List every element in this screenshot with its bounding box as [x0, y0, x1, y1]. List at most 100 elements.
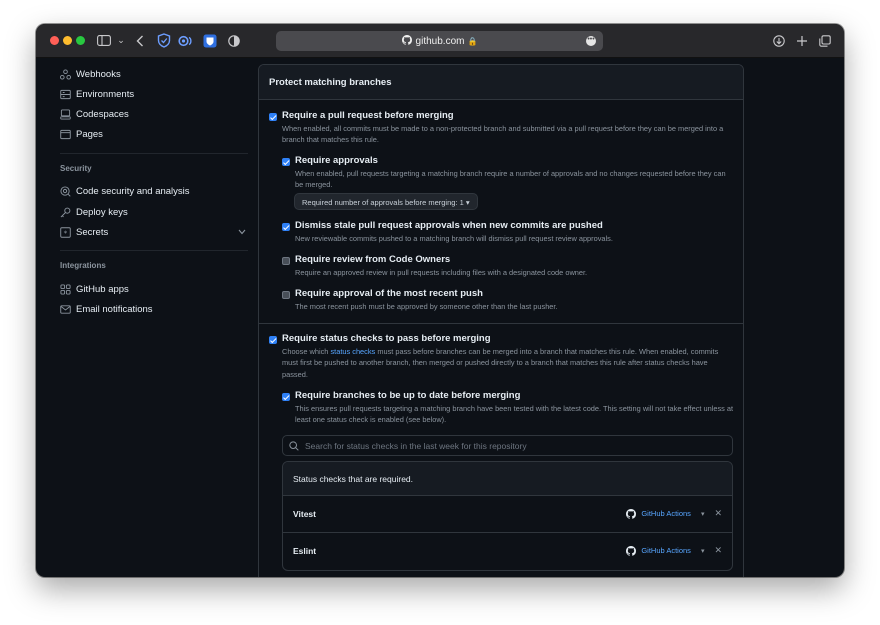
description-text: Choose which: [282, 347, 331, 356]
pages-icon: [60, 129, 76, 140]
table-row: Eslint GitHub Actions ▾ ✕: [283, 533, 732, 570]
code-owners-checkbox[interactable]: [282, 257, 290, 265]
search-placeholder: Search for status checks in the last wee…: [305, 440, 527, 451]
required-checks-heading: Status checks that are required.: [283, 462, 732, 496]
section-divider: [259, 323, 743, 324]
caret-down-icon[interactable]: ▾: [701, 547, 705, 555]
remove-check-icon[interactable]: ✕: [714, 545, 722, 556]
sidebar-item-label: Secrets: [76, 226, 109, 238]
required-checks-list: Status checks that are required. Vitest …: [282, 461, 733, 571]
sidebar-item-environments[interactable]: Environments: [60, 84, 248, 104]
option-description: When enabled, all commits must be made t…: [282, 124, 724, 145]
close-window-button[interactable]: [50, 36, 59, 45]
up-to-date-checkbox[interactable]: [282, 393, 290, 401]
require-approvals-checkbox[interactable]: [282, 158, 290, 166]
lock-icon: 🔒: [467, 36, 478, 46]
sidebar-item-label: Email notifications: [76, 304, 153, 316]
sidebar-item-label: Deploy keys: [76, 206, 128, 218]
dismiss-stale-checkbox[interactable]: [282, 223, 290, 231]
option-description: Require an approved review in pull reque…: [295, 268, 588, 277]
sidebar-item-label: Code security and analysis: [76, 186, 190, 198]
sidebar-item-label: Codespaces: [76, 109, 129, 121]
option-description: When enabled, pull requests targeting a …: [295, 169, 726, 190]
zoom-window-button[interactable]: [76, 36, 85, 45]
key-icon: [60, 207, 76, 218]
apps-icon: [60, 284, 76, 295]
tab-overview-icon[interactable]: [818, 32, 832, 49]
provider-link[interactable]: GitHub Actions: [641, 509, 691, 518]
sidebar-heading-integrations: Integrations: [60, 261, 106, 271]
table-row: Vitest GitHub Actions ▾ ✕: [283, 496, 732, 533]
settings-sidebar: Webhooks Environments Codespaces Pages S…: [60, 64, 248, 320]
chevron-down-icon[interactable]: [238, 228, 246, 237]
option-title: Require review from Code Owners: [295, 254, 451, 265]
page-menu-icon[interactable]: •••: [586, 36, 596, 46]
search-icon: [289, 440, 299, 451]
remove-check-icon[interactable]: ✕: [714, 508, 722, 519]
sidebar-toggle-icon[interactable]: [96, 32, 112, 49]
option-title: Require a pull request before merging: [282, 110, 454, 121]
address-bar[interactable]: github.com 🔒 •••: [276, 31, 603, 51]
status-checks-link[interactable]: status checks: [330, 347, 375, 356]
sidebar-item-label: GitHub apps: [76, 283, 129, 295]
option-title: Dismiss stale pull request approvals whe…: [295, 220, 603, 231]
branch-protection-panel: Protect matching branches Require a pull…: [258, 64, 744, 577]
recent-push-checkbox[interactable]: [282, 291, 290, 299]
status-check-search-input[interactable]: Search for status checks in the last wee…: [282, 435, 733, 456]
contrast-extension-icon[interactable]: [226, 32, 242, 49]
sidebar-item-webhooks[interactable]: Webhooks: [60, 64, 248, 84]
option-title: Require branches to be up to date before…: [295, 390, 521, 401]
sidebar-item-github-apps[interactable]: GitHub apps: [60, 279, 248, 299]
sidebar-item-label: Pages: [76, 129, 103, 141]
status-checks-option: Require status checks to pass before mer…: [282, 333, 734, 380]
sidebar-item-secrets[interactable]: * Secrets: [60, 222, 248, 242]
environments-icon: [60, 89, 76, 100]
check-provider: GitHub Actions ▾ ✕: [626, 545, 722, 556]
sidebar-divider: [60, 250, 248, 252]
require-pr-option: Require a pull request before merging Wh…: [282, 110, 734, 146]
back-icon[interactable]: [134, 32, 146, 49]
new-tab-icon[interactable]: [795, 32, 809, 49]
check-name: Vitest: [293, 509, 316, 519]
address-url: github.com: [415, 35, 465, 47]
option-title: Require approvals: [295, 155, 378, 166]
minimize-window-button[interactable]: [63, 36, 72, 45]
recent-push-option: Require approval of the most recent push…: [295, 288, 735, 312]
sidebar-item-pages[interactable]: Pages: [60, 125, 248, 145]
option-description: Choose which status checks must pass bef…: [282, 346, 734, 380]
panel-title: Protect matching branches: [259, 65, 743, 100]
option-title: Require status checks to pass before mer…: [282, 333, 491, 344]
github-logo-icon: [401, 34, 412, 48]
password-manager-icon[interactable]: [202, 32, 218, 49]
sidebar-heading-security: Security: [60, 163, 92, 173]
svg-text:*: *: [64, 228, 68, 237]
status-checks-checkbox[interactable]: [269, 336, 277, 344]
option-description: New reviewable commits pushed to a match…: [295, 234, 613, 243]
up-to-date-option: Require branches to be up to date before…: [295, 390, 735, 426]
sidebar-item-deploy-keys[interactable]: Deploy keys: [60, 202, 248, 222]
sidebar-item-label: Webhooks: [76, 68, 121, 80]
webhook-icon: [60, 68, 76, 80]
download-icon[interactable]: [772, 32, 786, 49]
check-provider: GitHub Actions ▾ ✕: [626, 508, 722, 519]
eye-extension-icon[interactable]: [178, 32, 194, 49]
sidebar-item-label: Environments: [76, 88, 135, 100]
browser-window: ⌄ github.com 🔒 ••• Webhooks Environments…: [36, 24, 844, 577]
github-logo-icon: [626, 508, 637, 519]
chevron-down-icon[interactable]: ⌄: [116, 32, 126, 49]
sidebar-item-code-security[interactable]: Code security and analysis: [60, 182, 248, 202]
codespaces-icon: [60, 109, 76, 120]
required-approvals-select[interactable]: Required number of approvals before merg…: [294, 193, 478, 210]
require-approvals-option: Require approvals When enabled, pull req…: [295, 155, 735, 191]
provider-link[interactable]: GitHub Actions: [641, 546, 691, 555]
caret-down-icon[interactable]: ▾: [701, 510, 705, 518]
mail-icon: [60, 304, 76, 315]
option-description: This ensures pull requests targeting a m…: [295, 404, 734, 425]
shield-extension-icon[interactable]: [156, 32, 172, 49]
code-owners-option: Require review from Code Owners Require …: [295, 254, 735, 278]
sidebar-item-email-notifications[interactable]: Email notifications: [60, 300, 248, 320]
sidebar-item-codespaces[interactable]: Codespaces: [60, 105, 248, 125]
require-pr-checkbox[interactable]: [269, 113, 277, 121]
option-title: Require approval of the most recent push: [295, 288, 483, 299]
dismiss-stale-option: Dismiss stale pull request approvals whe…: [295, 220, 735, 244]
